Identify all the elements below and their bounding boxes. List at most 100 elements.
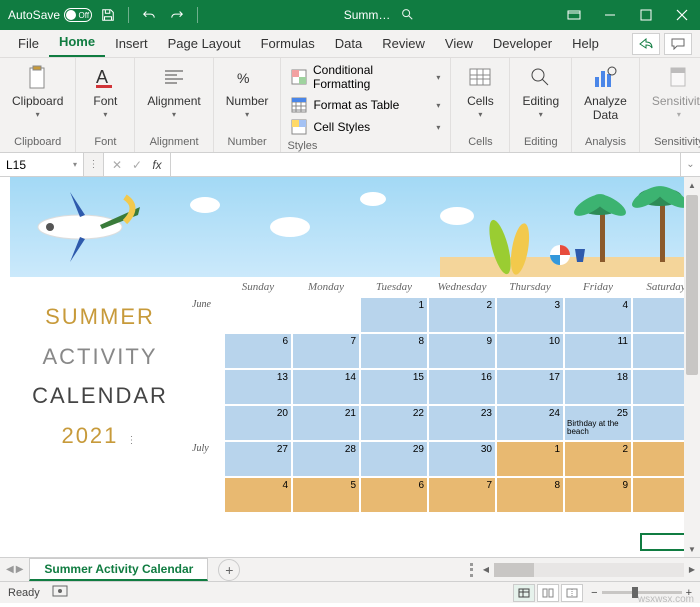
sensitivity-button[interactable]: Sensitivity▾ [646, 60, 700, 123]
enter-fx-icon[interactable]: ✓ [128, 156, 146, 174]
calendar-cell[interactable]: 24 [496, 405, 564, 441]
tab-page-layout[interactable]: Page Layout [158, 32, 251, 57]
add-sheet-icon[interactable]: + [218, 559, 240, 581]
close-icon[interactable] [664, 0, 700, 30]
hscroll-thumb[interactable] [494, 563, 534, 577]
hscroll-left-icon[interactable]: ◀ [478, 565, 494, 574]
name-box[interactable]: L15▾ [0, 153, 84, 176]
alignment-button[interactable]: Alignment▾ [141, 60, 206, 123]
calendar-cell[interactable]: 2 [564, 441, 632, 477]
calendar-cell[interactable] [292, 297, 360, 333]
ribbon-display-icon[interactable] [556, 0, 592, 30]
editing-button[interactable]: Editing▾ [516, 60, 565, 123]
calendar-cell[interactable]: 7 [292, 333, 360, 369]
calendar-cell[interactable]: 9 [428, 333, 496, 369]
vertical-scrollbar[interactable]: ▲ ▼ [684, 177, 700, 557]
calendar-cell[interactable]: 14 [292, 369, 360, 405]
view-normal-icon[interactable] [513, 584, 535, 602]
zoom-slider[interactable] [602, 591, 682, 594]
calendar-cell[interactable]: 21 [292, 405, 360, 441]
namebox-expand-icon[interactable]: ⋮ [84, 153, 104, 176]
number-button[interactable]: % Number▾ [220, 60, 275, 123]
cancel-fx-icon[interactable]: ✕ [108, 156, 126, 174]
calendar-cell[interactable]: 23 [428, 405, 496, 441]
tab-view[interactable]: View [435, 32, 483, 57]
calendar-cell[interactable]: 15 [360, 369, 428, 405]
share-icon[interactable] [632, 33, 660, 55]
calendar-cell[interactable]: 16 [428, 369, 496, 405]
analyze-data-button[interactable]: Analyze Data [578, 60, 633, 126]
calendar-grid[interactable]: SundayMondayTuesdayWednesdayThursdayFrid… [190, 277, 700, 513]
cell-styles-button[interactable]: Cell Styles▾ [287, 116, 444, 138]
view-page-layout-icon[interactable] [537, 584, 559, 602]
calendar-cell[interactable]: 5 [292, 477, 360, 513]
calendar-cell[interactable]: 6 [224, 333, 292, 369]
zoom-out-icon[interactable]: − [591, 587, 597, 599]
calendar-cell[interactable]: 11 [564, 333, 632, 369]
conditional-formatting-button[interactable]: Conditional Formatting▾ [287, 60, 444, 94]
sheet-tab-active[interactable]: Summer Activity Calendar [29, 558, 208, 581]
tab-review[interactable]: Review [372, 32, 435, 57]
calendar-cell[interactable]: 1 [496, 441, 564, 477]
worksheet-area[interactable]: SUMMER ACTIVITY CALENDAR 2021 ⋮ SundayMo… [0, 177, 700, 557]
calendar-cell[interactable]: 13 [224, 369, 292, 405]
calendar-cell[interactable]: 7 [428, 477, 496, 513]
formula-expand-icon[interactable]: ⌄ [680, 153, 700, 176]
cells-button[interactable]: Cells▾ [457, 60, 503, 123]
calendar-cell[interactable] [224, 297, 292, 333]
redo-icon[interactable] [165, 3, 189, 27]
minimize-icon[interactable] [592, 0, 628, 30]
calendar-cell[interactable]: 3 [496, 297, 564, 333]
calendar-cell[interactable]: 22 [360, 405, 428, 441]
calendar-cell[interactable]: 10 [496, 333, 564, 369]
tab-developer[interactable]: Developer [483, 32, 562, 57]
tab-file[interactable]: File [8, 32, 49, 57]
calendar-cell[interactable]: 2 [428, 297, 496, 333]
tab-help[interactable]: Help [562, 32, 609, 57]
calendar-cell[interactable]: 30 [428, 441, 496, 477]
tab-home[interactable]: Home [49, 30, 105, 57]
calendar-cell[interactable]: 25Birthday at the beach [564, 405, 632, 441]
view-page-break-icon[interactable] [561, 584, 583, 602]
hscroll-right-icon[interactable]: ▶ [684, 565, 700, 574]
tab-insert[interactable]: Insert [105, 32, 158, 57]
active-cell[interactable] [640, 533, 690, 551]
save-icon[interactable] [96, 3, 120, 27]
scroll-down-icon[interactable]: ▼ [684, 541, 700, 557]
vscroll-thumb[interactable] [686, 195, 698, 375]
fx-icon[interactable]: fx [148, 156, 166, 174]
macro-record-icon[interactable] [52, 585, 68, 600]
calendar-cell[interactable]: 28 [292, 441, 360, 477]
horizontal-scrollbar[interactable]: ◀ ▶ [470, 562, 700, 578]
search-icon[interactable] [400, 7, 414, 24]
autosave-toggle[interactable]: AutoSave Off [8, 8, 92, 22]
calendar-cell[interactable]: 1 [360, 297, 428, 333]
sheet-next-icon[interactable]: ▶ [16, 564, 24, 575]
font-button[interactable]: A Font▾ [82, 60, 128, 123]
day-header: Sunday [224, 277, 292, 297]
tab-data[interactable]: Data [325, 32, 372, 57]
calendar-cell[interactable]: 4 [224, 477, 292, 513]
comments-icon[interactable] [664, 33, 692, 55]
calendar-cell[interactable]: 27 [224, 441, 292, 477]
calendar-cell[interactable]: 20 [224, 405, 292, 441]
calendar-cell[interactable]: 6 [360, 477, 428, 513]
scroll-up-icon[interactable]: ▲ [684, 177, 700, 193]
calendar-cell[interactable]: 9 [564, 477, 632, 513]
calendar-cell[interactable]: 8 [360, 333, 428, 369]
hscroll-splitter[interactable] [470, 563, 474, 577]
maximize-icon[interactable] [628, 0, 664, 30]
calendar-cell[interactable]: 29 [360, 441, 428, 477]
undo-icon[interactable] [137, 3, 161, 27]
zoom-in-icon[interactable]: + [686, 587, 692, 599]
calendar-cell[interactable]: 4 [564, 297, 632, 333]
calendar-cell[interactable]: 18 [564, 369, 632, 405]
calendar-cell[interactable]: 17 [496, 369, 564, 405]
calendar-cell[interactable]: 8 [496, 477, 564, 513]
formula-input[interactable] [171, 153, 680, 176]
tab-formulas[interactable]: Formulas [251, 32, 325, 57]
sheet-prev-icon[interactable]: ◀ [6, 564, 14, 575]
format-as-table-button[interactable]: Format as Table▾ [287, 94, 444, 116]
autosave-switch-off[interactable]: Off [64, 8, 92, 22]
clipboard-button[interactable]: Clipboard▾ [6, 60, 69, 123]
